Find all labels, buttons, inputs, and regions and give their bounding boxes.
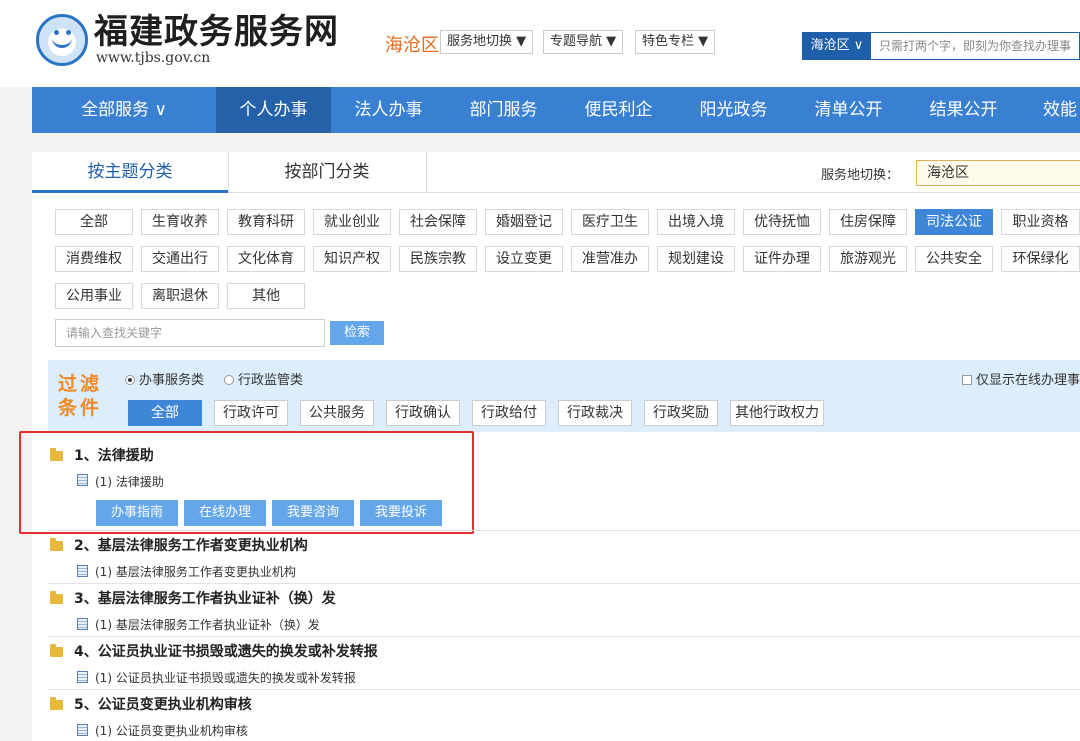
category-button[interactable]: 交通出行 — [141, 246, 219, 272]
item-sub[interactable]: (1) 基层法律服务工作者变更执业机构 — [95, 563, 296, 580]
filter-type[interactable]: 行政给付 — [472, 400, 546, 426]
nav-list-public[interactable]: 清单公开 — [791, 87, 906, 133]
divider — [48, 689, 1080, 690]
folder-icon — [50, 644, 63, 657]
service-location-dropdown[interactable]: 服务地切换 ▼ — [440, 30, 534, 54]
filter-type[interactable]: 行政许可 — [214, 400, 288, 426]
nav-department[interactable]: 部门服务 — [446, 87, 561, 133]
category-button[interactable]: 住房保障 — [829, 209, 907, 235]
divider — [48, 583, 1080, 584]
category-button[interactable]: 消费维权 — [55, 246, 133, 272]
item-sub[interactable]: (1) 基层法律服务工作者执业证补（换）发 — [95, 616, 320, 633]
category-button[interactable]: 其他 — [227, 283, 305, 309]
nav-efficiency[interactable]: 效能 — [1021, 87, 1080, 133]
folder-icon — [50, 591, 63, 604]
document-icon — [77, 618, 88, 630]
divider — [48, 530, 1080, 531]
keyword-input[interactable]: 请输入查找关键字 — [55, 319, 325, 347]
category-button[interactable]: 全部 — [55, 209, 133, 235]
category-button[interactable]: 教育科研 — [227, 209, 305, 235]
category-button[interactable]: 社会保障 — [399, 209, 477, 235]
filter-type[interactable]: 公共服务 — [300, 400, 374, 426]
tab-by-department[interactable]: 按部门分类 — [229, 152, 425, 193]
filter-bar: 过滤条件 办事服务类 行政监管类 仅显示在线办理事 全部 行政许可 公共服务 行… — [48, 360, 1080, 432]
item-title[interactable]: 3、基层法律服务工作者执业证补（换）发 — [74, 588, 336, 608]
document-icon — [77, 565, 88, 577]
item-title[interactable]: 2、基层法律服务工作者变更执业机构 — [74, 535, 308, 555]
item-title[interactable]: 4、公证员执业证书损毁或遗失的换发或补发转报 — [74, 641, 378, 661]
online-only-checkbox[interactable]: 仅显示在线办理事 — [962, 369, 1080, 388]
filter-type[interactable]: 行政裁决 — [558, 400, 632, 426]
highlight-box — [19, 431, 474, 534]
nav-sunshine[interactable]: 阳光政务 — [676, 87, 791, 133]
category-button[interactable]: 离职退休 — [141, 283, 219, 309]
filter-type-all[interactable]: 全部 — [128, 400, 202, 426]
category-button[interactable]: 旅游观光 — [829, 246, 907, 272]
featured-column-dropdown[interactable]: 特色专栏 ▼ — [635, 30, 716, 54]
item-title[interactable]: 5、公证员变更执业机构审核 — [74, 694, 252, 714]
category-button-active[interactable]: 司法公证 — [915, 209, 993, 235]
radio-service[interactable]: 办事服务类 — [125, 369, 204, 388]
nav-legal-person[interactable]: 法人办事 — [331, 87, 446, 133]
category-button[interactable]: 证件办理 — [743, 246, 821, 272]
site-title[interactable]: 福建政务服务网 — [94, 12, 339, 52]
category-button[interactable]: 出境入境 — [657, 209, 735, 235]
location-select[interactable]: 海沧区 — [916, 160, 1080, 186]
folder-icon — [50, 697, 63, 710]
nav-result-public[interactable]: 结果公开 — [906, 87, 1021, 133]
document-icon — [77, 671, 88, 683]
divider — [48, 636, 1080, 637]
search-input[interactable]: 只需打两个字，即刻为你查找办理事 — [879, 33, 1071, 59]
category-button[interactable]: 规划建设 — [657, 246, 735, 272]
nav-all-services[interactable]: 全部服务 ∨ — [32, 87, 216, 133]
category-button[interactable]: 婚姻登记 — [485, 209, 563, 235]
keyword-search-button[interactable]: 检索 — [330, 321, 384, 345]
category-button[interactable]: 文化体育 — [227, 246, 305, 272]
nav-convenience[interactable]: 便民利企 — [561, 87, 676, 133]
filter-title: 过滤条件 — [58, 373, 103, 419]
category-button[interactable]: 公用事业 — [55, 283, 133, 309]
category-button[interactable]: 民族宗教 — [399, 246, 477, 272]
category-button[interactable]: 知识产权 — [313, 246, 391, 272]
folder-icon — [50, 538, 63, 551]
category-button[interactable]: 医疗卫生 — [571, 209, 649, 235]
site-url: www.tjbs.gov.cn — [96, 50, 211, 66]
category-button[interactable]: 公共安全 — [915, 246, 993, 272]
category-button[interactable]: 准营准办 — [571, 246, 649, 272]
current-region: 海沧区 — [385, 35, 439, 56]
logo-icon[interactable] — [36, 14, 88, 66]
header-search: 海沧区 ∨ 只需打两个字，即刻为你查找办理事 — [802, 32, 1080, 60]
topic-nav-dropdown[interactable]: 专题导航 ▼ — [543, 30, 624, 54]
main-nav: 全部服务 ∨ 个人办事 法人办事 部门服务 便民利企 阳光政务 清单公开 结果公… — [32, 87, 1080, 133]
category-button[interactable]: 生育收养 — [141, 209, 219, 235]
checkbox-icon — [962, 375, 972, 385]
location-label: 服务地切换： — [821, 168, 900, 183]
filter-type[interactable]: 行政确认 — [386, 400, 460, 426]
filter-type[interactable]: 行政奖励 — [644, 400, 718, 426]
document-icon — [77, 724, 88, 736]
category-button[interactable]: 优待抚恤 — [743, 209, 821, 235]
radio-supervision[interactable]: 行政监管类 — [224, 369, 303, 388]
category-button[interactable]: 就业创业 — [313, 209, 391, 235]
site-header: 福建政务服务网 www.tjbs.gov.cn 海沧区 服务地切换 ▼ 专题导航… — [0, 0, 1080, 87]
tab-by-theme[interactable]: 按主题分类 — [32, 152, 228, 193]
filter-type[interactable]: 其他行政权力 — [730, 400, 824, 426]
radio-checked-icon — [125, 375, 135, 385]
category-button[interactable]: 职业资格 — [1001, 209, 1080, 235]
item-sub[interactable]: (1) 公证员变更执业机构审核 — [95, 722, 248, 739]
search-region-select[interactable]: 海沧区 ∨ — [803, 33, 871, 59]
category-tabs: 按主题分类 按部门分类 服务地切换： 海沧区 — [32, 152, 1080, 193]
nav-personal[interactable]: 个人办事 — [216, 87, 331, 133]
radio-unchecked-icon — [224, 375, 234, 385]
category-button[interactable]: 设立变更 — [485, 246, 563, 272]
category-button[interactable]: 环保绿化 — [1001, 246, 1080, 272]
item-sub[interactable]: (1) 公证员执业证书损毁或遗失的换发或补发转报 — [95, 669, 356, 686]
